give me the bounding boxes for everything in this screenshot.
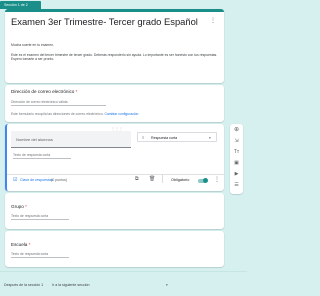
short-answer-icon: ≡ (142, 135, 145, 140)
question-title-text: Escuela (11, 242, 28, 247)
answer-key-icon: ☑ (13, 177, 18, 183)
dropdown-icon: ▾ (209, 136, 211, 140)
video-icon[interactable]: ▶ (233, 171, 240, 178)
question-title-text: Grupo (11, 204, 24, 209)
short-answer-underline (11, 219, 69, 220)
question-type-label: Respuesta corta (151, 136, 178, 140)
copy-icon[interactable]: ⧉ (135, 176, 139, 182)
email-underline (11, 105, 106, 106)
required-mark: * (25, 204, 27, 209)
footer-divider (0, 271, 247, 272)
email-label-text: Dirección de correo electrónico (11, 89, 75, 94)
required-label: Obligatorio (171, 178, 190, 182)
required-mark: * (75, 89, 78, 94)
short-answer-placeholder: Texto de respuesta corta (11, 252, 49, 256)
question-card-escuela[interactable]: Escuela * Texto de respuesta corta (5, 231, 224, 267)
form-header-card[interactable]: Examen 3er Trimestre- Tercer grado Españ… (5, 9, 224, 83)
side-toolbar: ⊕ ⇲ Tт ▣ ▶ ☰ (230, 124, 243, 194)
title-icon[interactable]: Tт (233, 149, 240, 156)
add-question-icon[interactable]: ⊕ (233, 127, 240, 134)
short-answer-underline (13, 158, 71, 159)
change-settings-link[interactable]: Cambiar configuración (105, 112, 139, 116)
email-card: Dirección de correo electrónico * Direcc… (5, 85, 224, 122)
more-vert-icon[interactable]: ⋮ (210, 18, 216, 24)
form-title[interactable]: Examen 3er Trimestre- Tercer grado Españ… (11, 16, 201, 27)
answer-key-label: Clave de respuestas (20, 178, 53, 182)
after-section-select[interactable]: Ir a la siguiente sección ▾ (52, 281, 172, 289)
points-label: (0 puntos) (51, 178, 68, 182)
email-note: Este formulario recopila las direcciones… (11, 112, 221, 116)
question-title: Escuela * (11, 242, 30, 247)
dropdown-icon: ▾ (166, 283, 168, 287)
after-section-label: Después de la sección 1 (4, 283, 44, 287)
image-icon[interactable]: ▣ (233, 160, 240, 167)
email-note-text: Este formulario recopila las direcciones… (11, 112, 104, 116)
divider (7, 174, 224, 175)
question-card-grupo[interactable]: Grupo * Texto de respuesta corta (5, 193, 224, 229)
active-question-card[interactable]: ⋮⋮⋮ Nombre del alumnos ≡ Respuesta corta… (5, 124, 224, 191)
form-subtitle[interactable]: Mucha suerte en tu examen. (11, 43, 211, 47)
email-label: Dirección de correo electrónico * (11, 89, 77, 94)
required-mark: * (28, 242, 31, 247)
section-icon[interactable]: ☰ (233, 182, 240, 189)
toolbar-divider (162, 175, 163, 183)
email-placeholder: Dirección de correo electrónico válida (11, 100, 68, 104)
more-vert-icon[interactable]: ⋮ (214, 177, 220, 183)
answer-key-button[interactable]: ☑ Clave de respuestas (0 puntos) (13, 177, 73, 184)
after-section-value: Ir a la siguiente sección (52, 283, 90, 287)
short-answer-placeholder: Texto de respuesta corta (11, 214, 49, 218)
required-toggle-knob[interactable] (203, 178, 208, 184)
question-title: Grupo * (11, 204, 27, 209)
form-description[interactable]: Este es el examen del tercer trimestre d… (11, 53, 219, 61)
short-answer-placeholder: Texto de respuesta corta (13, 153, 51, 157)
question-title-input[interactable]: Nombre del alumnos (11, 131, 131, 148)
short-answer-underline (11, 257, 69, 258)
question-type-select[interactable]: ≡ Respuesta corta ▾ (137, 132, 217, 142)
import-icon[interactable]: ⇲ (233, 138, 240, 145)
question-title-placeholder: Nombre del alumnos (16, 137, 53, 142)
section-tab: Sección 1 de 2 (0, 1, 41, 9)
delete-icon[interactable]: 🗑 (149, 176, 155, 182)
